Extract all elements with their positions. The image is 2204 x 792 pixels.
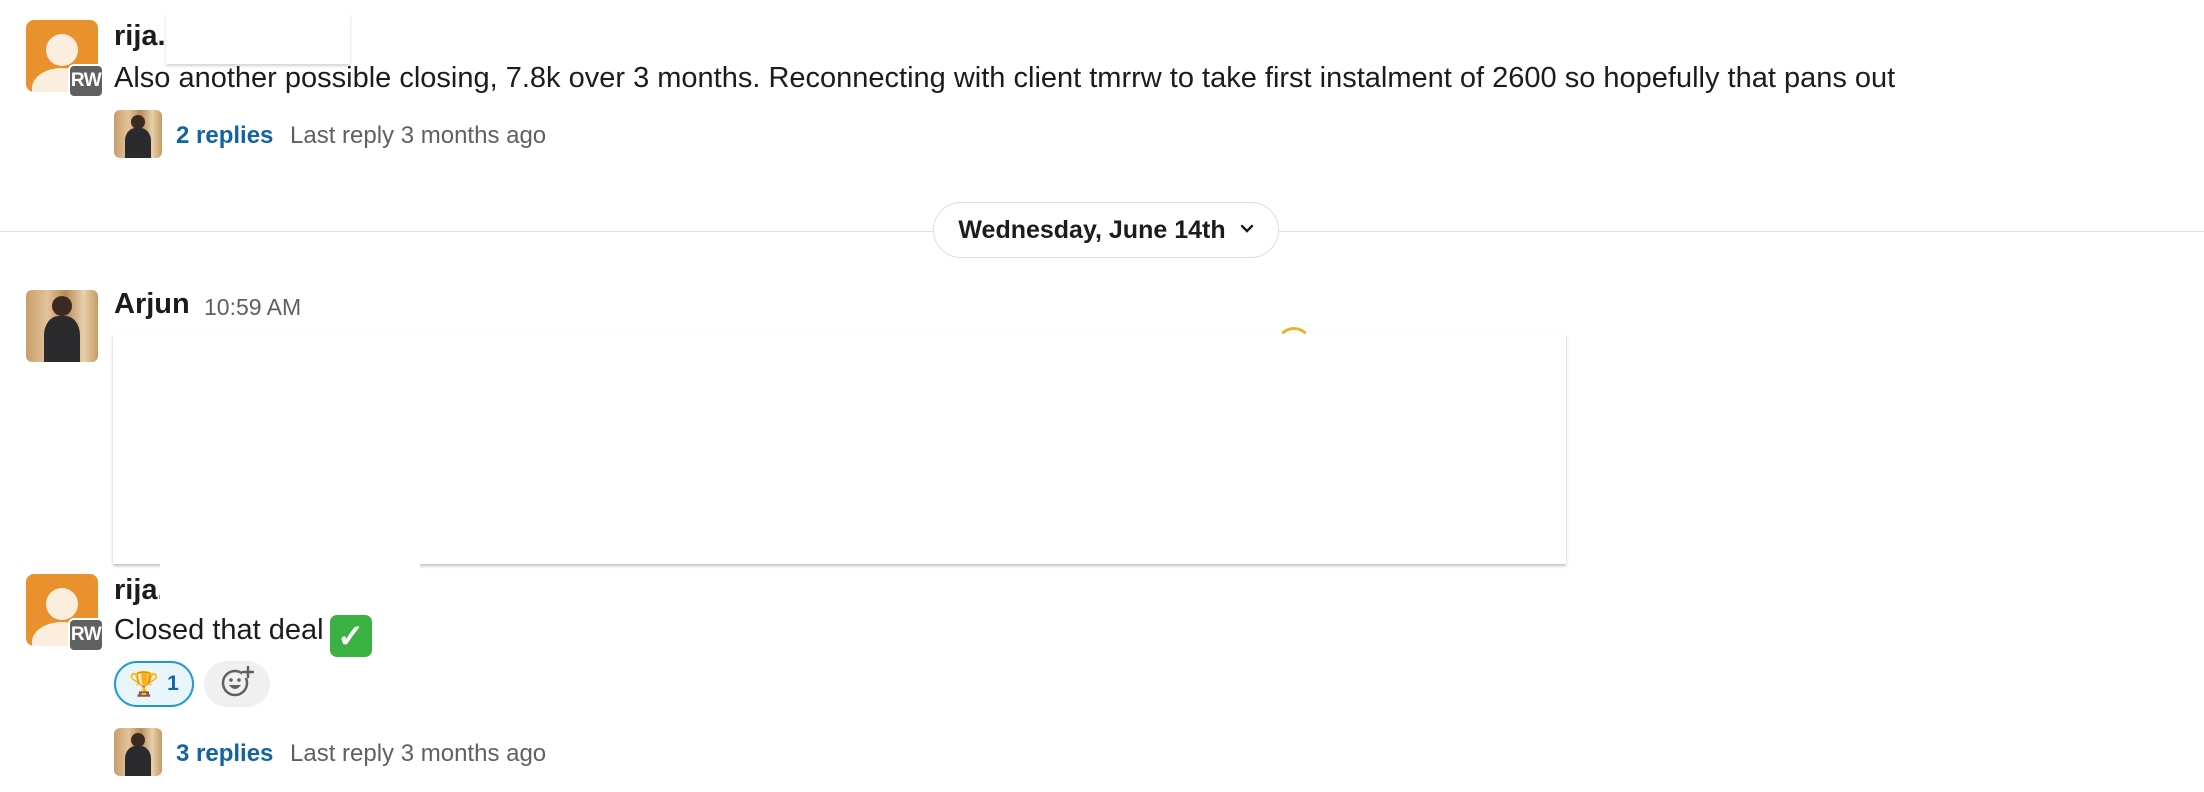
reaction-count: 1 [167,672,179,695]
add-reaction-icon [220,665,255,704]
check-mark-emoji-icon: ✓ [329,615,372,657]
message-text-row: Closed that deal ✓ [114,614,372,657]
workspace-badge: RW [68,64,104,98]
thread-participant-avatar [114,110,162,158]
reaction-pill[interactable]: 🏆 1 [114,661,194,707]
thread-replies-link[interactable]: 3 replies [176,740,273,768]
add-reaction-button[interactable] [204,661,270,707]
message-author[interactable]: rija. [114,574,166,607]
chevron-down-icon [1240,218,1254,239]
date-divider-label: Wednesday, June 14th [958,215,1226,244]
thread-participant-avatar [114,728,162,776]
message-text: Also another possible closing, 7.8k over… [114,62,1896,94]
thread-last-reply: Last reply 3 months ago [290,740,547,767]
message-timestamp[interactable]: 10:59 AM [204,294,301,321]
message-author[interactable]: rija. [114,20,166,53]
trophy-emoji-icon: 🏆 [129,670,160,698]
redaction-box [166,14,350,64]
user-avatar[interactable] [26,290,98,362]
workspace-badge: RW [68,618,104,652]
thread-last-reply: Last reply 3 months ago [290,122,547,149]
thread-replies-link[interactable]: 2 replies [176,122,273,150]
message-text: Closed that deal [114,614,324,646]
redaction-box [160,560,420,600]
date-divider-button[interactable]: Wednesday, June 14th [933,202,1279,258]
message-author[interactable]: Arjun [114,288,190,321]
attachment-preview[interactable] [113,334,1566,564]
